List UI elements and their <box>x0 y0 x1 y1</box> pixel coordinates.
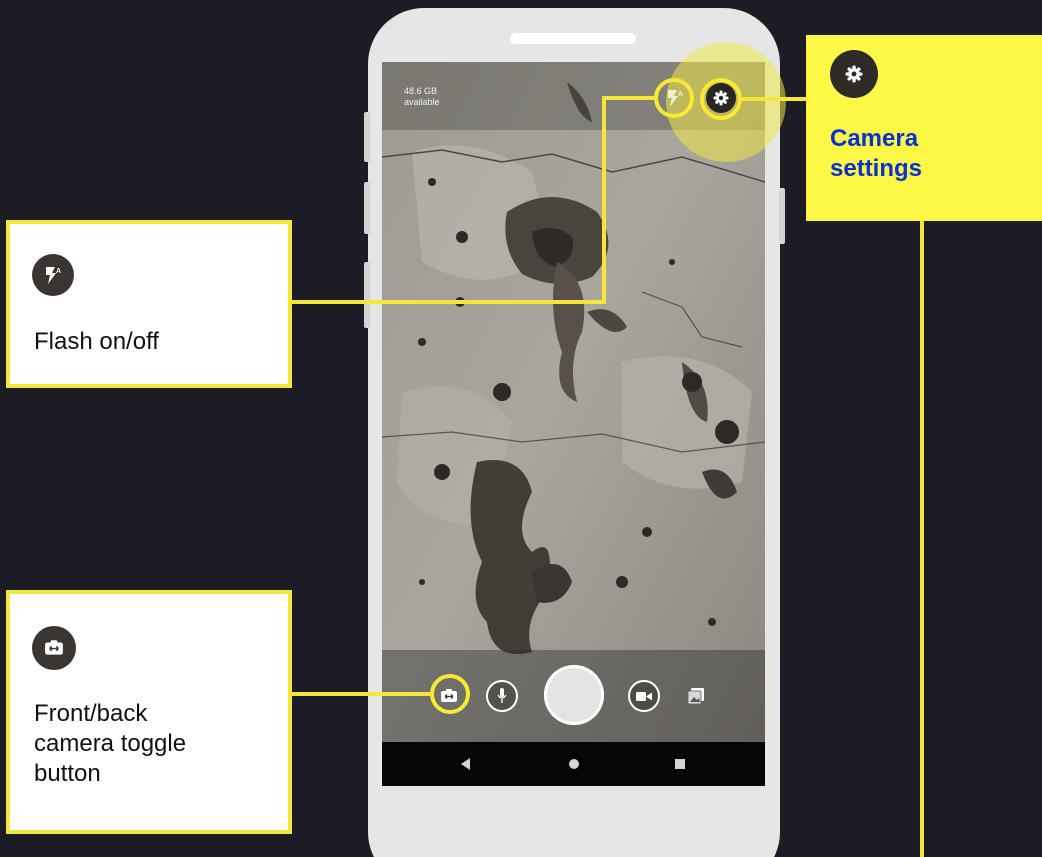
phone-side-button <box>779 188 785 244</box>
camera-switch-icon <box>45 640 63 655</box>
phone-speaker <box>510 33 636 44</box>
microphone-button[interactable] <box>486 680 518 712</box>
settings-leader-line-vertical <box>920 220 924 857</box>
settings-highlight-ring <box>700 78 742 120</box>
callout-label: Flash on/off <box>34 328 159 355</box>
callout-label: Front/back camera toggle button <box>34 699 186 789</box>
home-circle-icon <box>569 759 579 769</box>
storage-caption: available <box>404 97 440 107</box>
toggle-leader-line <box>290 692 432 696</box>
storage-indicator: 48.6 GB available <box>404 86 440 108</box>
callout-camera-toggle: Front/back camera toggle button <box>6 590 292 834</box>
flash-leader-line <box>290 300 606 304</box>
settings-leader-line <box>742 97 808 101</box>
flash-highlight-ring <box>654 78 694 118</box>
callout-label-line: settings <box>830 155 923 182</box>
gear-icon <box>845 65 863 83</box>
nav-home-button[interactable] <box>564 754 584 774</box>
callout-label-line: Front/back <box>34 700 148 727</box>
microphone-icon <box>497 688 507 703</box>
gallery-icon <box>688 688 704 704</box>
recents-square-icon <box>675 759 685 769</box>
stage: 48.6 GB available A Camera settings A Fl… <box>0 0 1042 857</box>
nav-recents-button[interactable] <box>670 754 690 774</box>
callout-badge <box>32 626 76 670</box>
flash-leader-line <box>602 96 658 100</box>
phone-side-button <box>364 112 370 162</box>
video-icon <box>636 691 652 701</box>
callout-flash: A Flash on/off <box>6 220 292 388</box>
callout-badge: A <box>32 254 74 296</box>
flash-leader-line <box>602 96 606 304</box>
callout-badge <box>830 50 878 98</box>
callout-label-line: button <box>34 760 101 787</box>
callout-label: Camera settings <box>830 124 922 184</box>
callout-label-line: camera toggle <box>34 730 187 757</box>
video-button[interactable] <box>628 680 660 712</box>
shutter-button[interactable] <box>544 665 604 725</box>
callout-label-line: Camera <box>830 125 919 152</box>
phone-side-button <box>364 182 370 234</box>
camera-switch-highlight-ring <box>430 674 470 714</box>
back-triangle-icon <box>461 758 470 770</box>
gallery-button[interactable] <box>682 682 710 710</box>
phone-side-button <box>364 262 370 328</box>
flash-auto-icon: A <box>46 267 61 284</box>
callout-camera-settings: Camera settings <box>806 35 1042 221</box>
svg-text:A: A <box>56 268 61 275</box>
storage-amount: 48.6 GB <box>404 86 438 96</box>
nav-back-button[interactable] <box>456 754 476 774</box>
